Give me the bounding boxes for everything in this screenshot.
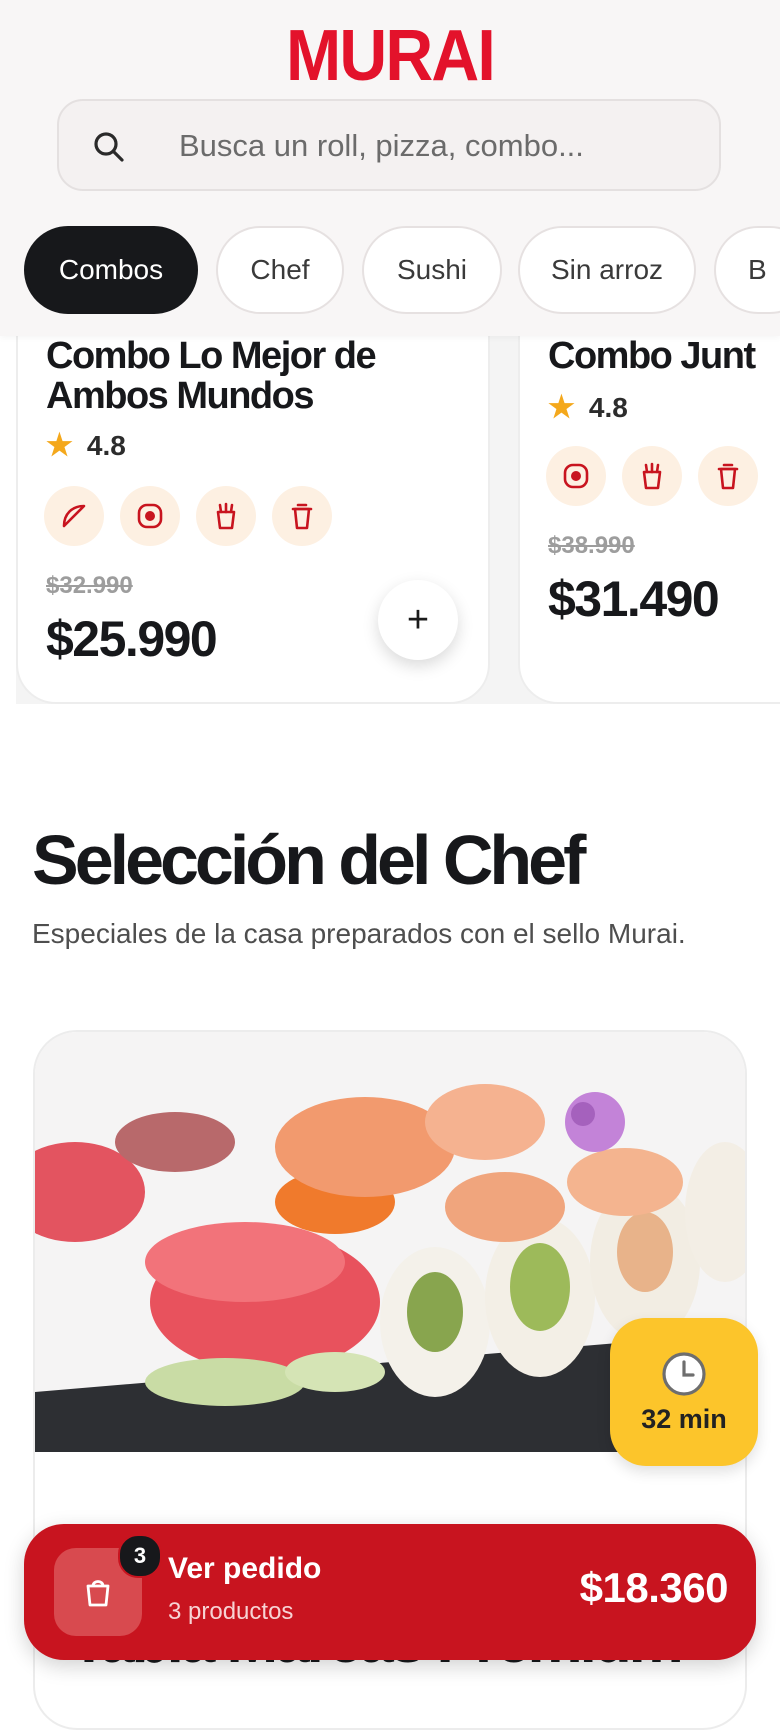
fries-icon: [196, 486, 256, 546]
tab-combos[interactable]: Combos: [24, 226, 198, 314]
product-rating: ★ 4.8: [46, 429, 126, 462]
header: MURAI Combos Chef Sushi Sin arroz B: [0, 0, 780, 336]
search-bar[interactable]: [57, 99, 721, 191]
product-old-price: $38.990: [548, 532, 635, 559]
search-icon: [94, 132, 124, 162]
delivery-time: 32 min: [641, 1403, 727, 1434]
product-rating: ★ 4.8: [548, 391, 628, 424]
tab-chef[interactable]: Chef: [216, 226, 344, 314]
brand-logo[interactable]: MURAI: [31, 18, 749, 94]
tab-sushi[interactable]: Sushi: [362, 226, 502, 314]
tab-partial[interactable]: B: [714, 226, 780, 314]
roll-icon: [546, 446, 606, 506]
view-order-button[interactable]: 3 Ver pedido 3 productos $18.360: [24, 1524, 756, 1660]
product-old-price: $32.990: [46, 572, 133, 599]
search-input[interactable]: [177, 101, 701, 191]
product-tags: [44, 486, 332, 546]
product-card[interactable]: Combo Junt ★ 4.8 $38.990 $31.490: [518, 300, 780, 704]
product-name: Combo Lo Mejor de Ambos Mundos: [46, 335, 377, 417]
product-tags: [546, 446, 758, 506]
product-name: Combo Junt: [548, 335, 756, 377]
drink-icon: [272, 486, 332, 546]
category-tabs: Combos Chef Sushi Sin arroz B: [24, 226, 780, 316]
nori-wrap-icon: [44, 486, 104, 546]
fries-icon: [622, 446, 682, 506]
star-icon: ★: [46, 429, 73, 462]
section-title: Selección del Chef: [32, 821, 586, 899]
clock-icon: [662, 1351, 706, 1396]
roll-icon: [120, 486, 180, 546]
tab-sin-arroz[interactable]: Sin arroz: [518, 226, 696, 314]
product-price: $31.490: [548, 571, 720, 627]
delivery-time-badge: 32 min: [610, 1318, 758, 1466]
cart-count-badge: 3: [118, 1534, 162, 1578]
section-subtitle: Especiales de la casa preparados con el …: [32, 918, 686, 949]
add-to-cart-button[interactable]: +: [378, 580, 458, 660]
order-item-count: 3 productos: [168, 1598, 294, 1625]
star-icon: ★: [548, 391, 575, 424]
drink-icon: [698, 446, 758, 506]
order-title: Ver pedido: [168, 1552, 322, 1585]
product-price: $25.990: [46, 611, 218, 667]
order-total: $18.360: [579, 1564, 729, 1611]
